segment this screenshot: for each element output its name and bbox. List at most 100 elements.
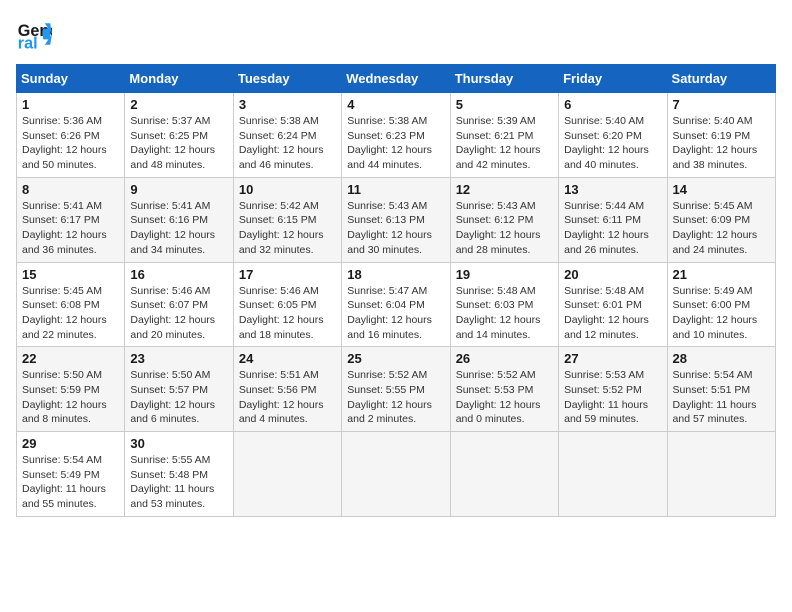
day-number: 28	[673, 351, 770, 366]
day-number: 18	[347, 267, 444, 282]
day-info: Sunrise: 5:51 AM Sunset: 5:56 PM Dayligh…	[239, 368, 336, 427]
day-info: Sunrise: 5:40 AM Sunset: 6:20 PM Dayligh…	[564, 114, 661, 173]
day-number: 22	[22, 351, 119, 366]
day-info: Sunrise: 5:37 AM Sunset: 6:25 PM Dayligh…	[130, 114, 227, 173]
week-row-3: 15 Sunrise: 5:45 AM Sunset: 6:08 PM Dayli…	[17, 262, 776, 347]
calendar-cell: 1 Sunrise: 5:36 AM Sunset: 6:26 PM Daylig…	[17, 93, 125, 178]
calendar-cell: 22 Sunrise: 5:50 AM Sunset: 5:59 PM Dayli…	[17, 347, 125, 432]
calendar-table: SundayMondayTuesdayWednesdayThursdayFrid…	[16, 64, 776, 517]
day-info: Sunrise: 5:50 AM Sunset: 5:57 PM Dayligh…	[130, 368, 227, 427]
day-info: Sunrise: 5:39 AM Sunset: 6:21 PM Dayligh…	[456, 114, 553, 173]
calendar-cell: 5 Sunrise: 5:39 AM Sunset: 6:21 PM Daylig…	[450, 93, 558, 178]
day-number: 6	[564, 97, 661, 112]
day-number: 15	[22, 267, 119, 282]
week-row-4: 22 Sunrise: 5:50 AM Sunset: 5:59 PM Dayli…	[17, 347, 776, 432]
calendar-cell: 7 Sunrise: 5:40 AM Sunset: 6:19 PM Daylig…	[667, 93, 775, 178]
day-number: 10	[239, 182, 336, 197]
day-info: Sunrise: 5:40 AM Sunset: 6:19 PM Dayligh…	[673, 114, 770, 173]
day-info: Sunrise: 5:48 AM Sunset: 6:03 PM Dayligh…	[456, 284, 553, 343]
calendar-cell: 3Sunrise: 5:38 AM Sunset: 6:24 PM Daylig…	[233, 93, 341, 178]
day-info: Sunrise: 5:45 AM Sunset: 6:08 PM Dayligh…	[22, 284, 119, 343]
day-number: 2	[130, 97, 227, 112]
calendar-cell: 26Sunrise: 5:52 AM Sunset: 5:53 PM Dayli…	[450, 347, 558, 432]
calendar-cell: 4 Sunrise: 5:38 AM Sunset: 6:23 PM Daylig…	[342, 93, 450, 178]
week-row-5: 29Sunrise: 5:54 AM Sunset: 5:49 PM Dayli…	[17, 432, 776, 517]
day-info: Sunrise: 5:38 AM Sunset: 6:23 PM Dayligh…	[347, 114, 444, 173]
page-header: Gene ral	[16, 16, 776, 52]
day-number: 26	[456, 351, 553, 366]
day-number: 17	[239, 267, 336, 282]
calendar-cell: 23 Sunrise: 5:50 AM Sunset: 5:57 PM Dayli…	[125, 347, 233, 432]
weekday-header-tuesday: Tuesday	[233, 65, 341, 93]
day-info: Sunrise: 5:46 AM Sunset: 6:07 PM Dayligh…	[130, 284, 227, 343]
day-number: 8	[22, 182, 119, 197]
logo: Gene ral	[16, 16, 56, 52]
day-info: Sunrise: 5:45 AM Sunset: 6:09 PM Dayligh…	[673, 199, 770, 258]
week-row-2: 8 Sunrise: 5:41 AM Sunset: 6:17 PM Daylig…	[17, 177, 776, 262]
day-info: Sunrise: 5:55 AM Sunset: 5:48 PM Dayligh…	[130, 453, 227, 512]
day-info: Sunrise: 5:42 AM Sunset: 6:15 PM Dayligh…	[239, 199, 336, 258]
day-info: Sunrise: 5:54 AM Sunset: 5:51 PM Dayligh…	[673, 368, 770, 427]
calendar-cell: 17 Sunrise: 5:46 AM Sunset: 6:05 PM Dayli…	[233, 262, 341, 347]
day-number: 20	[564, 267, 661, 282]
day-number: 24	[239, 351, 336, 366]
calendar-cell: 2 Sunrise: 5:37 AM Sunset: 6:25 PM Daylig…	[125, 93, 233, 178]
calendar-cell: 9 Sunrise: 5:41 AM Sunset: 6:16 PM Daylig…	[125, 177, 233, 262]
day-info: Sunrise: 5:46 AM Sunset: 6:05 PM Dayligh…	[239, 284, 336, 343]
day-number: 25	[347, 351, 444, 366]
day-info: Sunrise: 5:48 AM Sunset: 6:01 PM Dayligh…	[564, 284, 661, 343]
calendar-cell: 8 Sunrise: 5:41 AM Sunset: 6:17 PM Daylig…	[17, 177, 125, 262]
day-info: Sunrise: 5:38 AM Sunset: 6:24 PM Dayligh…	[239, 114, 336, 173]
svg-text:ral: ral	[18, 34, 38, 52]
day-info: Sunrise: 5:43 AM Sunset: 6:12 PM Dayligh…	[456, 199, 553, 258]
day-info: Sunrise: 5:52 AM Sunset: 5:55 PM Dayligh…	[347, 368, 444, 427]
calendar-cell: 18 Sunrise: 5:47 AM Sunset: 6:04 PM Dayli…	[342, 262, 450, 347]
day-info: Sunrise: 5:41 AM Sunset: 6:17 PM Dayligh…	[22, 199, 119, 258]
day-number: 21	[673, 267, 770, 282]
day-info: Sunrise: 5:43 AM Sunset: 6:13 PM Dayligh…	[347, 199, 444, 258]
weekday-header-wednesday: Wednesday	[342, 65, 450, 93]
calendar-cell: 29Sunrise: 5:54 AM Sunset: 5:49 PM Dayli…	[17, 432, 125, 517]
day-number: 13	[564, 182, 661, 197]
day-info: Sunrise: 5:53 AM Sunset: 5:52 PM Dayligh…	[564, 368, 661, 427]
logo-icon: Gene ral	[16, 16, 52, 52]
weekday-header-friday: Friday	[559, 65, 667, 93]
day-number: 12	[456, 182, 553, 197]
calendar-cell	[667, 432, 775, 517]
day-number: 19	[456, 267, 553, 282]
day-info: Sunrise: 5:50 AM Sunset: 5:59 PM Dayligh…	[22, 368, 119, 427]
day-number: 4	[347, 97, 444, 112]
calendar-cell: 14 Sunrise: 5:45 AM Sunset: 6:09 PM Dayli…	[667, 177, 775, 262]
weekday-header-saturday: Saturday	[667, 65, 775, 93]
calendar-cell: 28 Sunrise: 5:54 AM Sunset: 5:51 PM Dayli…	[667, 347, 775, 432]
calendar-cell: 21 Sunrise: 5:49 AM Sunset: 6:00 PM Dayli…	[667, 262, 775, 347]
day-number: 11	[347, 182, 444, 197]
day-number: 16	[130, 267, 227, 282]
day-number: 5	[456, 97, 553, 112]
calendar-cell: 20 Sunrise: 5:48 AM Sunset: 6:01 PM Dayli…	[559, 262, 667, 347]
day-info: Sunrise: 5:49 AM Sunset: 6:00 PM Dayligh…	[673, 284, 770, 343]
day-info: Sunrise: 5:47 AM Sunset: 6:04 PM Dayligh…	[347, 284, 444, 343]
day-number: 23	[130, 351, 227, 366]
calendar-cell: 15 Sunrise: 5:45 AM Sunset: 6:08 PM Dayli…	[17, 262, 125, 347]
calendar-cell: 12 Sunrise: 5:43 AM Sunset: 6:12 PM Dayli…	[450, 177, 558, 262]
calendar-cell: 16 Sunrise: 5:46 AM Sunset: 6:07 PM Dayli…	[125, 262, 233, 347]
weekday-header-row: SundayMondayTuesdayWednesdayThursdayFrid…	[17, 65, 776, 93]
calendar-cell: 25 Sunrise: 5:52 AM Sunset: 5:55 PM Dayli…	[342, 347, 450, 432]
calendar-cell	[450, 432, 558, 517]
weekday-header-thursday: Thursday	[450, 65, 558, 93]
calendar-cell	[233, 432, 341, 517]
day-number: 14	[673, 182, 770, 197]
calendar-cell: 30 Sunrise: 5:55 AM Sunset: 5:48 PM Dayli…	[125, 432, 233, 517]
day-info: Sunrise: 5:41 AM Sunset: 6:16 PM Dayligh…	[130, 199, 227, 258]
weekday-header-monday: Monday	[125, 65, 233, 93]
calendar-cell	[342, 432, 450, 517]
day-number: 30	[130, 436, 227, 451]
day-number: 1	[22, 97, 119, 112]
day-info: Sunrise: 5:36 AM Sunset: 6:26 PM Dayligh…	[22, 114, 119, 173]
calendar-cell	[559, 432, 667, 517]
calendar-cell: 13Sunrise: 5:44 AM Sunset: 6:11 PM Dayli…	[559, 177, 667, 262]
calendar-cell: 10 Sunrise: 5:42 AM Sunset: 6:15 PM Dayli…	[233, 177, 341, 262]
day-number: 7	[673, 97, 770, 112]
day-number: 9	[130, 182, 227, 197]
